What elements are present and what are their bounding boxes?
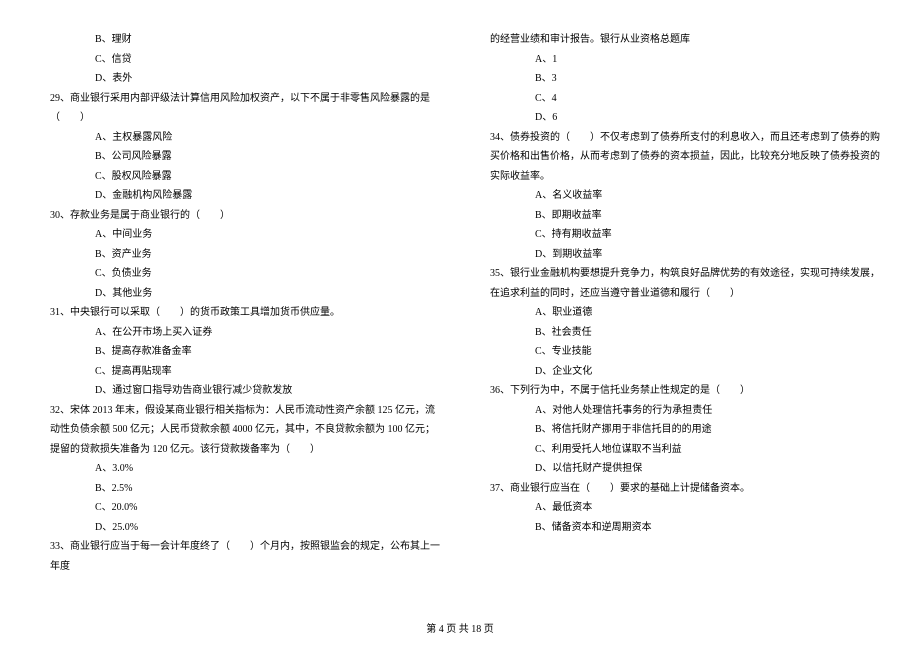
option: A、中间业务: [40, 225, 440, 245]
option: A、对他人处理信托事务的行为承担责任: [480, 401, 880, 421]
option: B、提高存款准备金率: [40, 342, 440, 362]
option: D、表外: [40, 69, 440, 89]
option: D、到期收益率: [480, 245, 880, 265]
option: B、理财: [40, 30, 440, 50]
option: C、利用受托人地位谋取不当利益: [480, 440, 880, 460]
option: D、25.0%: [40, 518, 440, 538]
question-33: 33、商业银行应当于每一会计年度终了（ ）个月内，按照银监会的规定，公布其上一年…: [40, 537, 440, 576]
option: B、资产业务: [40, 245, 440, 265]
option: D、6: [480, 108, 880, 128]
question-33-cont: 的经营业绩和审计报告。银行从业资格总题库: [480, 30, 880, 50]
option: D、其他业务: [40, 284, 440, 304]
option: D、金融机构风险暴露: [40, 186, 440, 206]
option: A、主权暴露风险: [40, 128, 440, 148]
option: B、社会责任: [480, 323, 880, 343]
option: B、3: [480, 69, 880, 89]
option: C、信贷: [40, 50, 440, 70]
option: C、20.0%: [40, 498, 440, 518]
option: C、专业技能: [480, 342, 880, 362]
option: B、即期收益率: [480, 206, 880, 226]
option: B、公司风险暴露: [40, 147, 440, 167]
option: D、通过窗口指导劝告商业银行减少贷款发放: [40, 381, 440, 401]
question-32: 32、宋体 2013 年末，假设某商业银行相关指标为：人民币流动性资产余额 12…: [40, 401, 440, 460]
option: A、1: [480, 50, 880, 70]
option: A、最低资本: [480, 498, 880, 518]
option: A、职业道德: [480, 303, 880, 323]
option: A、3.0%: [40, 459, 440, 479]
question-30: 30、存款业务是属于商业银行的（ ）: [40, 206, 440, 226]
right-column: 的经营业绩和审计报告。银行从业资格总题库 A、1 B、3 C、4 D、6 34、…: [480, 30, 880, 576]
option: B、2.5%: [40, 479, 440, 499]
left-column: B、理财 C、信贷 D、表外 29、商业银行采用内部评级法计算信用风险加权资产，…: [40, 30, 440, 576]
question-36: 36、下列行为中，不属于信托业务禁止性规定的是（ ）: [480, 381, 880, 401]
question-35: 35、银行业金融机构要想提升竞争力，构筑良好品牌优势的有效途径，实现可持续发展，…: [480, 264, 880, 303]
option: C、负债业务: [40, 264, 440, 284]
option: C、4: [480, 89, 880, 109]
option: C、提高再贴现率: [40, 362, 440, 382]
question-31: 31、中央银行可以采取（ ）的货币政策工具增加货币供应量。: [40, 303, 440, 323]
option: D、以信托财产提供担保: [480, 459, 880, 479]
page-footer: 第 4 页 共 18 页: [0, 620, 920, 635]
option: A、名义收益率: [480, 186, 880, 206]
question-34: 34、债券投资的（ ）不仅考虑到了债券所支付的利息收入，而且还考虑到了债券的购买…: [480, 128, 880, 187]
option: C、持有期收益率: [480, 225, 880, 245]
option: D、企业文化: [480, 362, 880, 382]
option: A、在公开市场上买入证券: [40, 323, 440, 343]
option: B、储备资本和逆周期资本: [480, 518, 880, 538]
page-content: B、理财 C、信贷 D、表外 29、商业银行采用内部评级法计算信用风险加权资产，…: [0, 0, 920, 606]
question-29: 29、商业银行采用内部评级法计算信用风险加权资产，以下不属于非零售风险暴露的是（…: [40, 89, 440, 128]
option: B、将信托财产挪用于非信托目的的用途: [480, 420, 880, 440]
question-37: 37、商业银行应当在（ ）要求的基础上计提储备资本。: [480, 479, 880, 499]
option: C、股权风险暴露: [40, 167, 440, 187]
